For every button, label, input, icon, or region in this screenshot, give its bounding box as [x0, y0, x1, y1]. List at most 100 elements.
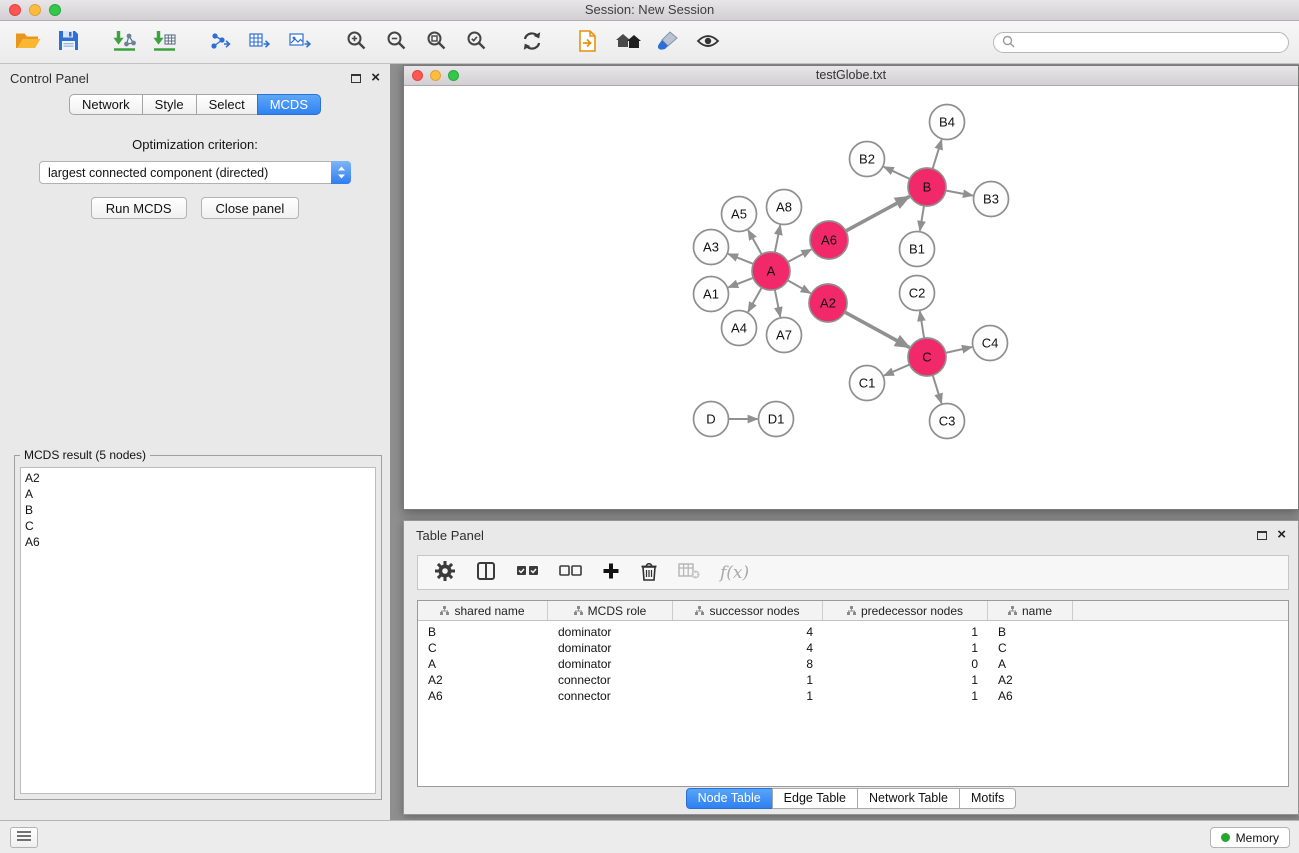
- table-cell[interactable]: 1: [673, 688, 823, 704]
- export-network-button[interactable]: [200, 24, 240, 60]
- node-A4[interactable]: A4: [722, 311, 757, 346]
- tab-motifs[interactable]: Motifs: [959, 788, 1016, 809]
- table-row[interactable]: Bdominator41B: [418, 624, 1288, 640]
- edge-B-B1[interactable]: [920, 206, 924, 231]
- node-C3[interactable]: C3: [930, 404, 965, 439]
- mcds-result-item[interactable]: A2: [25, 470, 375, 486]
- table-row[interactable]: A6connector11A6: [418, 688, 1288, 704]
- table-row[interactable]: Adominator80A: [418, 656, 1288, 672]
- column-header-predecessor-nodes[interactable]: predecessor nodes: [823, 601, 988, 620]
- import-network-button[interactable]: [104, 24, 144, 60]
- zoom-out-button[interactable]: [376, 24, 416, 60]
- edge-C-C2[interactable]: [920, 311, 924, 338]
- node-C[interactable]: C: [908, 338, 946, 376]
- table-cell[interactable]: 1: [823, 640, 988, 656]
- node-B3[interactable]: B3: [974, 182, 1009, 217]
- column-header-name[interactable]: name: [988, 601, 1073, 620]
- optimization-criterion-dropdown[interactable]: largest connected component (directed): [39, 161, 351, 184]
- network-maximize-button[interactable]: [448, 70, 459, 81]
- mcds-result-list[interactable]: A2ABCA6: [20, 467, 376, 794]
- memory-button[interactable]: Memory: [1210, 827, 1290, 848]
- tab-network-table[interactable]: Network Table: [857, 788, 960, 809]
- node-A5[interactable]: A5: [722, 197, 757, 232]
- run-mcds-button[interactable]: Run MCDS: [91, 197, 187, 219]
- node-A[interactable]: A: [752, 252, 790, 290]
- table-cell[interactable]: dominator: [548, 656, 673, 672]
- select-all-button[interactable]: [516, 565, 539, 580]
- edge-A-A1[interactable]: [728, 278, 753, 288]
- table-cell[interactable]: A: [418, 656, 548, 672]
- first-neighbors-button[interactable]: [568, 24, 608, 60]
- tab-edge-table[interactable]: Edge Table: [772, 788, 858, 809]
- table-cell[interactable]: connector: [548, 688, 673, 704]
- tab-network[interactable]: Network: [69, 94, 143, 115]
- mcds-result-item[interactable]: C: [25, 518, 375, 534]
- node-C1[interactable]: C1: [850, 366, 885, 401]
- minimize-window-button[interactable]: [29, 4, 41, 16]
- edge-C-C4[interactable]: [946, 347, 972, 353]
- node-C4[interactable]: C4: [973, 326, 1008, 361]
- mcds-result-item[interactable]: A: [25, 486, 375, 502]
- home-button[interactable]: [608, 24, 648, 60]
- table-cell[interactable]: A6: [988, 688, 1073, 704]
- edge-A6-B[interactable]: [846, 197, 910, 232]
- tab-mcds[interactable]: MCDS: [257, 94, 321, 115]
- export-image-button[interactable]: [280, 24, 320, 60]
- column-header-MCDS-role[interactable]: MCDS role: [548, 601, 673, 620]
- edge-A-A2[interactable]: [788, 280, 811, 293]
- search-input[interactable]: [1020, 36, 1280, 50]
- table-cell[interactable]: B: [988, 624, 1073, 640]
- network-minimize-button[interactable]: [430, 70, 441, 81]
- close-window-button[interactable]: [9, 4, 21, 16]
- close-panel-button[interactable]: Close panel: [201, 197, 300, 219]
- add-column-button[interactable]: [602, 562, 620, 583]
- column-header-shared-name[interactable]: shared name: [418, 601, 548, 620]
- network-canvas[interactable]: AA1A2A3A4A5A6A7A8BB1B2B3B4CC1C2C3C4DD1: [404, 87, 1298, 509]
- show-hide-details-button[interactable]: [688, 24, 728, 60]
- node-A8[interactable]: A8: [767, 190, 802, 225]
- table-cell[interactable]: connector: [548, 672, 673, 688]
- table-cell[interactable]: dominator: [548, 624, 673, 640]
- function-builder-button[interactable]: f(x): [720, 563, 749, 583]
- node-A7[interactable]: A7: [767, 318, 802, 353]
- table-cell[interactable]: 1: [823, 672, 988, 688]
- table-settings-button[interactable]: [434, 560, 456, 585]
- edge-A2-C[interactable]: [845, 312, 910, 347]
- node-B[interactable]: B: [908, 168, 946, 206]
- zoom-fit-button[interactable]: [416, 24, 456, 60]
- table-cell[interactable]: 0: [823, 656, 988, 672]
- zoom-selected-button[interactable]: [456, 24, 496, 60]
- table-cell[interactable]: 1: [823, 688, 988, 704]
- node-B4[interactable]: B4: [930, 105, 965, 140]
- table-cell[interactable]: 4: [673, 640, 823, 656]
- table-cell[interactable]: C: [418, 640, 548, 656]
- close-table-panel-icon[interactable]: ×: [1277, 529, 1286, 541]
- apply-style-button[interactable]: [648, 24, 688, 60]
- network-close-button[interactable]: [412, 70, 423, 81]
- table-cell[interactable]: C: [988, 640, 1073, 656]
- edge-C-C3[interactable]: [933, 375, 942, 403]
- table-cell[interactable]: 8: [673, 656, 823, 672]
- edge-A-A8[interactable]: [775, 225, 781, 252]
- table-row[interactable]: Cdominator41C: [418, 640, 1288, 656]
- float-panel-icon[interactable]: [351, 74, 361, 83]
- deselect-all-button[interactable]: [559, 565, 582, 580]
- zoom-in-button[interactable]: [336, 24, 376, 60]
- tab-style[interactable]: Style: [142, 94, 197, 115]
- edge-C-C1[interactable]: [884, 365, 910, 376]
- node-D[interactable]: D: [694, 402, 729, 437]
- table-cell[interactable]: A2: [988, 672, 1073, 688]
- import-table-button[interactable]: [144, 24, 184, 60]
- tab-select[interactable]: Select: [196, 94, 258, 115]
- table-cell[interactable]: A6: [418, 688, 548, 704]
- node-C2[interactable]: C2: [900, 276, 935, 311]
- node-B1[interactable]: B1: [900, 232, 935, 267]
- tab-node-table[interactable]: Node Table: [686, 788, 773, 809]
- table-cell[interactable]: B: [418, 624, 548, 640]
- edge-A-A5[interactable]: [748, 230, 762, 254]
- node-B2[interactable]: B2: [850, 142, 885, 177]
- delete-column-button[interactable]: [640, 561, 658, 585]
- table-row[interactable]: A2connector11A2: [418, 672, 1288, 688]
- edge-A-A7[interactable]: [775, 290, 781, 317]
- save-session-button[interactable]: [48, 24, 88, 60]
